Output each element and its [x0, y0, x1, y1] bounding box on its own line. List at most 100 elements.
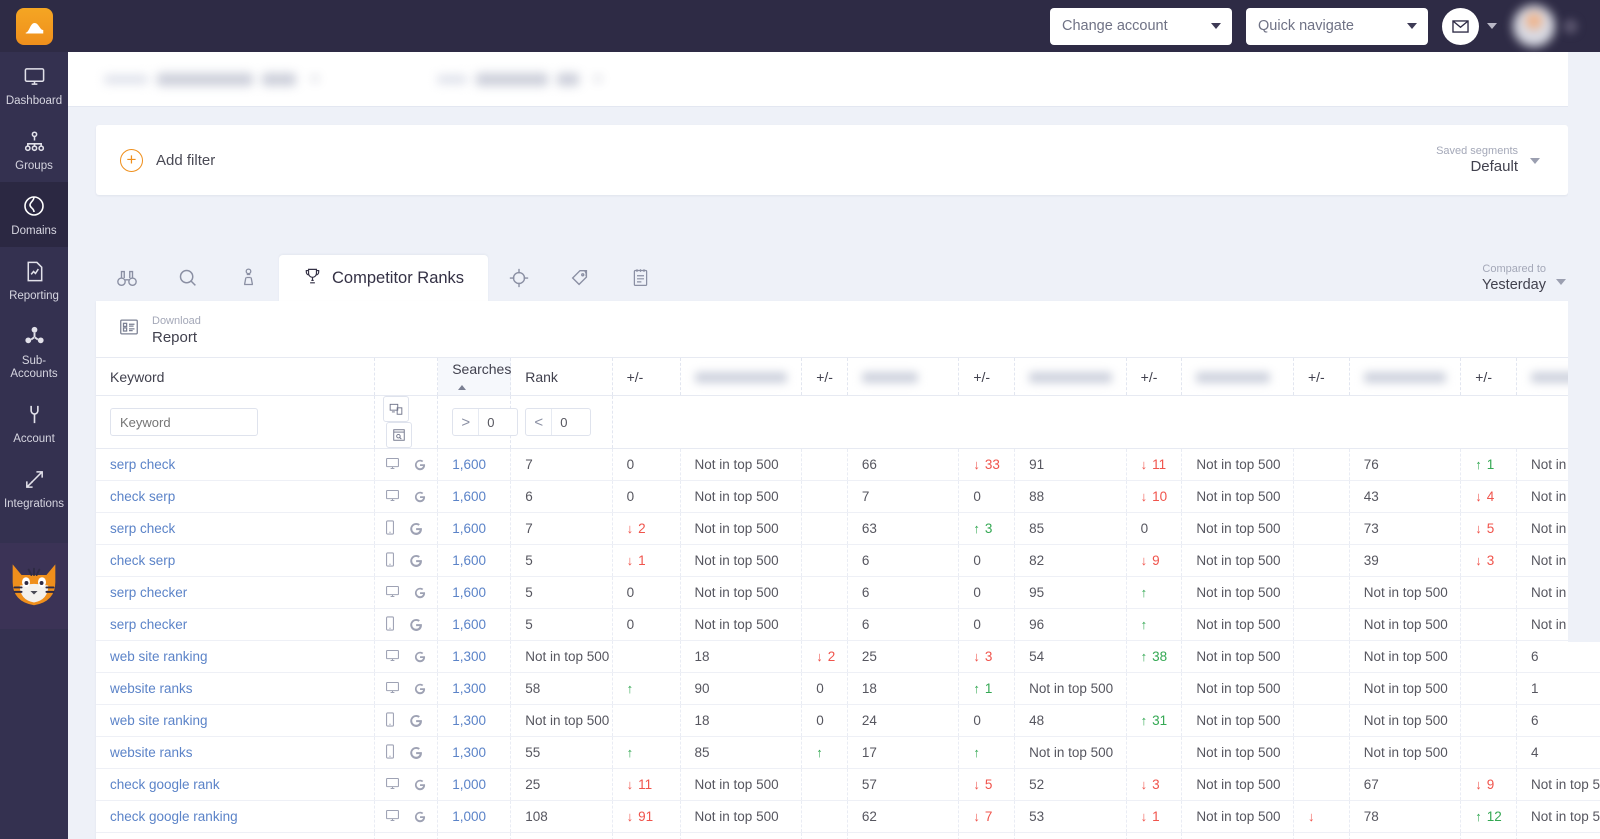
mail-chevron-down-icon[interactable]	[1487, 23, 1497, 29]
change-account-select[interactable]: Change account	[1050, 8, 1232, 45]
keyword-link[interactable]: serp check	[110, 457, 175, 472]
device-switch-icon[interactable]	[383, 396, 409, 422]
sidebar-item-account[interactable]: Account	[0, 390, 68, 455]
tab-notepad[interactable]	[610, 258, 671, 302]
tab-competitor-ranks[interactable]: Competitor Ranks	[279, 255, 488, 302]
cell-competitor-1-rank: Not in top 500	[680, 449, 802, 481]
keyword-link[interactable]: serp checker	[110, 585, 187, 600]
tab-crosshair[interactable]	[488, 258, 549, 302]
table-row[interactable]: website ranks1,30055↑85↑17↑Not in top 50…	[96, 737, 1600, 769]
delta-value: 5	[1487, 521, 1495, 536]
sidebar-item-integrations[interactable]: Integrations	[0, 455, 68, 520]
cell-keyword[interactable]: serp check	[96, 449, 375, 481]
cell-competitor-4-rank: Not in top 500	[1182, 513, 1294, 545]
quick-navigate-select[interactable]: Quick navigate	[1246, 8, 1428, 45]
cell-keyword[interactable]: website ranks	[96, 737, 375, 769]
keyword-link[interactable]: website ranks	[110, 745, 193, 760]
column-header-device[interactable]	[375, 358, 438, 396]
compared-to-select[interactable]: Compared to Yesterday	[1482, 262, 1568, 302]
column-header-c2[interactable]	[847, 358, 959, 396]
tab-chess-pawn[interactable]	[218, 258, 279, 302]
table-row[interactable]: serp checker1,60050Not in top 5006095↑No…	[96, 577, 1600, 609]
secondary-selector[interactable]	[437, 73, 602, 86]
searches-filter-operator[interactable]: >	[453, 409, 479, 435]
cell-keyword[interactable]: web site ranking	[96, 641, 375, 673]
searches-filter-input[interactable]: > 0	[452, 408, 518, 436]
table-row[interactable]: serp check1,6007↓2Not in top 50063↑3850N…	[96, 513, 1600, 545]
rank-filter-input[interactable]: < 0	[525, 408, 591, 436]
keyword-filter-input[interactable]	[110, 408, 258, 436]
column-header-c4_d[interactable]: +/-	[1293, 358, 1349, 396]
cell-keyword[interactable]: website ranks	[96, 673, 375, 705]
column-header-c4[interactable]	[1182, 358, 1294, 396]
cell-keyword[interactable]: check serp	[96, 481, 375, 513]
table-row[interactable]: web site ranking1,300Not in top 50018024…	[96, 705, 1600, 737]
keyword-link[interactable]: serp check	[110, 521, 175, 536]
avatar[interactable]	[1513, 5, 1555, 47]
column-header-keyword[interactable]: Keyword	[96, 358, 375, 396]
cell-keyword[interactable]: check google ranking	[96, 801, 375, 833]
column-header-rank_d[interactable]: +/-	[612, 358, 680, 396]
keyword-link[interactable]: web site ranking	[110, 649, 208, 664]
keyword-link[interactable]: serp checker	[110, 617, 187, 632]
sidebar-item-sub-accounts[interactable]: Sub-Accounts	[0, 312, 68, 390]
searches-filter-value[interactable]: 0	[479, 409, 517, 435]
download-report-button[interactable]: Download Report	[118, 311, 201, 347]
column-header-c5[interactable]	[1349, 358, 1461, 396]
cell-competitor-5-rank: 67	[1349, 769, 1461, 801]
column-header-searches[interactable]: Searches	[438, 358, 511, 396]
table-row[interactable]: check serp1,60060Not in top 5007088↓10No…	[96, 481, 1600, 513]
cell-keyword[interactable]: web site ranking	[96, 705, 375, 737]
rank-filter-operator[interactable]: <	[526, 409, 552, 435]
cell-keyword[interactable]: check serp	[96, 545, 375, 577]
sidebar-item-reporting[interactable]: Reporting	[0, 247, 68, 312]
saved-segments-select[interactable]: Saved segments Default	[1436, 144, 1544, 176]
table-row[interactable]: check serp1,6005↓1Not in top 5006082↓9No…	[96, 545, 1600, 577]
tab-tag[interactable]	[549, 258, 610, 302]
table-row[interactable]: check google ranking1,000108↓91Not in to…	[96, 801, 1600, 833]
cell-keyword[interactable]: serp checker	[96, 609, 375, 641]
column-header-rank[interactable]: Rank	[511, 358, 612, 396]
sidebar-item-groups[interactable]: Groups	[0, 117, 68, 182]
column-header-c2_d[interactable]: +/-	[959, 358, 1015, 396]
tab-binoculars[interactable]	[96, 258, 157, 302]
sidebar-item-domains[interactable]: Domains	[0, 182, 68, 247]
table-row[interactable]: website ranks1,30058↑90018↑1Not in top 5…	[96, 673, 1600, 705]
app-logo-icon[interactable]	[16, 8, 53, 45]
saved-segments-value: Default	[1436, 158, 1518, 176]
delta-down: ↓1	[627, 553, 666, 568]
column-header-c1[interactable]	[680, 358, 802, 396]
column-header-c5_d[interactable]: +/-	[1461, 358, 1517, 396]
table-row[interactable]: web site ranking1,300Not in top 50018↓22…	[96, 641, 1600, 673]
domain-selector[interactable]	[104, 73, 319, 86]
table-row[interactable]: serp checker1,60050Not in top 5006096↑No…	[96, 609, 1600, 641]
cell-keyword[interactable]: serp checker	[96, 577, 375, 609]
logo-container[interactable]	[0, 0, 68, 52]
keyword-link[interactable]: check google rank	[110, 777, 220, 792]
table-scroll-container[interactable]: KeywordSearchesRank+/-+/-+/-+/-+/-+/-+/-	[96, 357, 1600, 839]
cell-keyword[interactable]: check google rank	[96, 769, 375, 801]
rank-filter-value[interactable]: 0	[552, 409, 590, 435]
table-row[interactable]: serp check1,60070Not in top 50066↓3391↓1…	[96, 449, 1600, 481]
sidebar-item-dashboard[interactable]: Dashboard	[0, 52, 68, 117]
tab-search[interactable]	[157, 258, 218, 302]
cell-competitor-6-rank: Not in top 500	[1517, 769, 1600, 801]
keyword-link[interactable]: check google ranking	[110, 809, 238, 824]
cell-device	[375, 833, 438, 839]
keyword-link[interactable]: check serp	[110, 489, 175, 504]
table-row[interactable]: check google rank1,00025↓11Not in top 50…	[96, 769, 1600, 801]
mail-button[interactable]	[1442, 8, 1479, 45]
cell-rank-delta: 0	[612, 449, 680, 481]
search-page-icon[interactable]	[386, 422, 412, 448]
column-header-c3_d[interactable]: +/-	[1126, 358, 1182, 396]
column-header-c1_d[interactable]: +/-	[802, 358, 848, 396]
column-header-c3[interactable]	[1015, 358, 1127, 396]
keyword-link[interactable]: web site ranking	[110, 713, 208, 728]
add-filter-button[interactable]: + Add filter	[120, 149, 215, 172]
keyword-link[interactable]: website ranks	[110, 681, 193, 696]
table-row[interactable]: google rank check1,000140Not in top 5007…	[96, 833, 1600, 839]
cell-keyword[interactable]: serp check	[96, 513, 375, 545]
cell-competitor-2-delta: 0	[959, 481, 1015, 513]
cell-keyword[interactable]: google rank check	[96, 833, 375, 839]
keyword-link[interactable]: check serp	[110, 553, 175, 568]
